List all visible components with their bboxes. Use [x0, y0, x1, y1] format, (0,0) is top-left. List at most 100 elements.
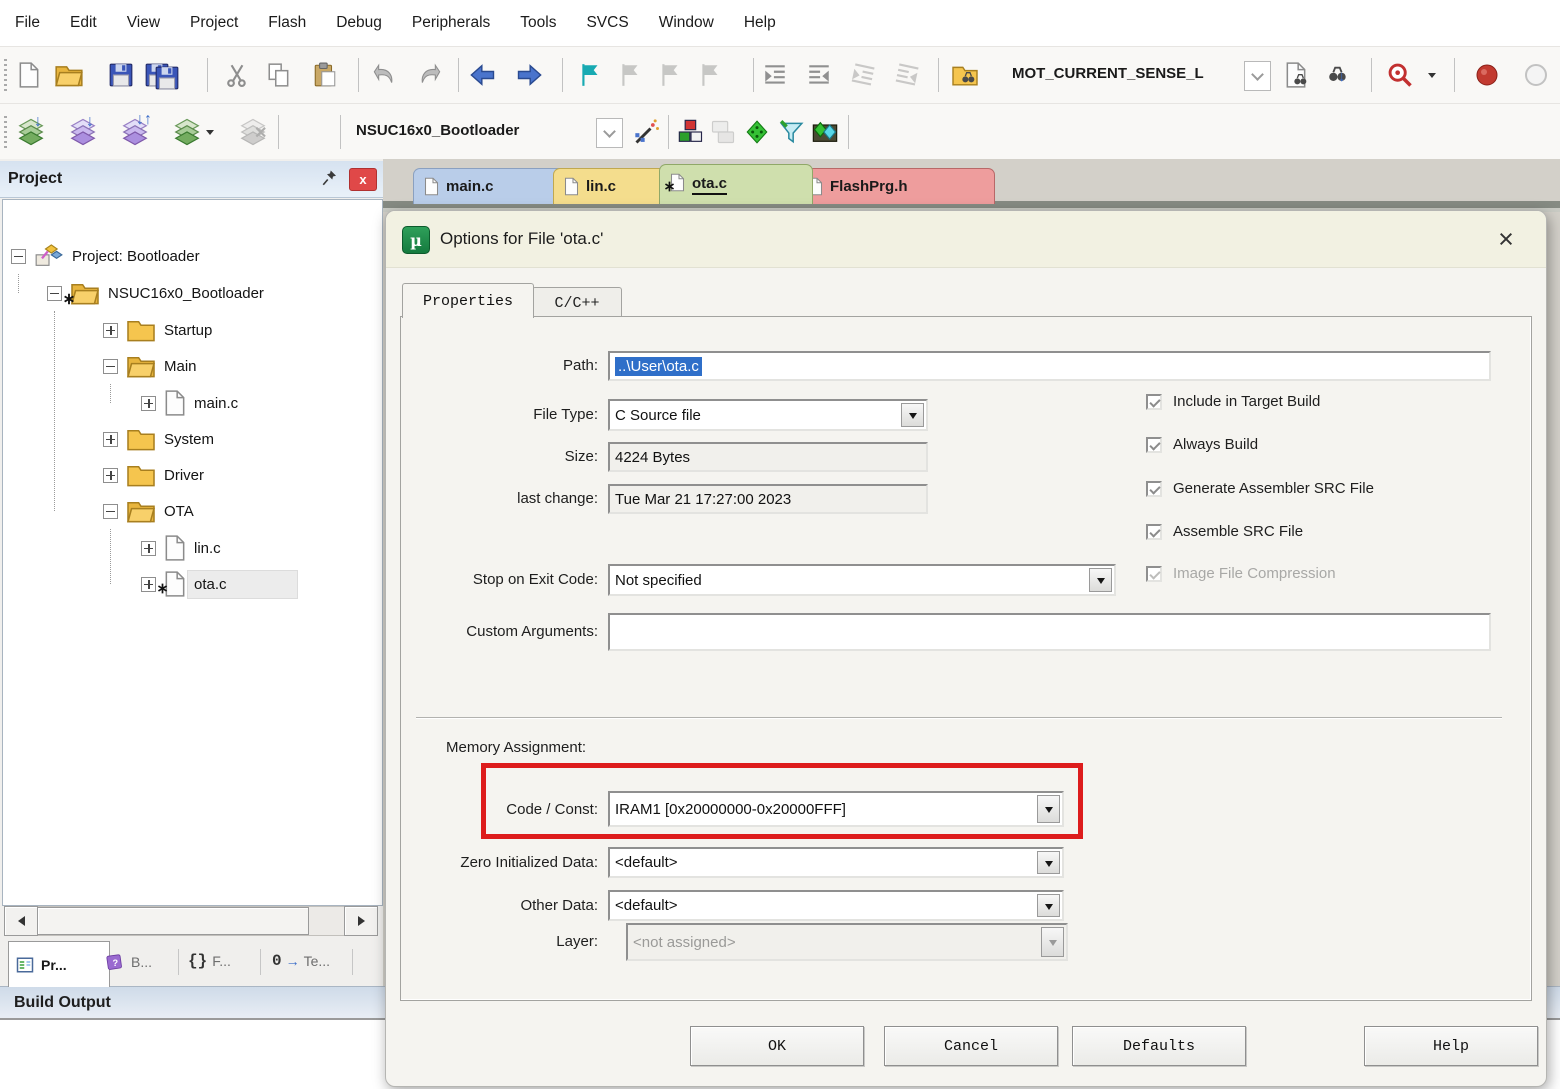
help-button[interactable]: Help — [1364, 1026, 1538, 1066]
expand-icon[interactable] — [103, 468, 118, 483]
bookmark-clear-icon[interactable] — [696, 60, 726, 90]
bookmark-toggle-icon[interactable] — [576, 60, 606, 90]
expand-icon[interactable] — [141, 541, 156, 556]
expand-icon[interactable] — [103, 323, 118, 338]
new-file-icon[interactable] — [14, 60, 44, 90]
toolbar-grip[interactable] — [4, 116, 7, 148]
tree-item-system[interactable]: System — [103, 422, 214, 456]
batch-build-icon[interactable] — [172, 117, 202, 147]
checkbox-always-build[interactable]: Always Build — [1146, 436, 1258, 453]
bookmark-next-icon[interactable] — [656, 60, 686, 90]
dropdown-button[interactable] — [901, 403, 924, 427]
tab-books-view[interactable]: B... — [104, 952, 152, 972]
menu-window[interactable]: Window — [644, 14, 729, 32]
rebuild-icon[interactable]: ↓↑ — [120, 117, 150, 147]
dropdown-button[interactable] — [1089, 568, 1112, 592]
search-combo-value[interactable]: MOT_CURRENT_SENSE_L — [1012, 65, 1204, 82]
tab-c-cpp[interactable]: C/C++ — [532, 287, 622, 318]
menu-view[interactable]: View — [112, 14, 175, 32]
save-icon[interactable] — [106, 60, 136, 90]
tree-item-main[interactable]: Main — [103, 349, 197, 383]
indent-icon[interactable] — [760, 60, 790, 90]
expand-icon[interactable] — [141, 396, 156, 411]
dialog-close-button[interactable]: × — [1488, 221, 1524, 257]
close-panel-button[interactable]: x — [349, 168, 377, 191]
manage-books-icon[interactable] — [810, 117, 840, 147]
undo-icon[interactable] — [368, 60, 398, 90]
cancel-button[interactable]: Cancel — [884, 1026, 1058, 1066]
dropdown-button[interactable] — [1037, 851, 1060, 874]
unindent-icon[interactable] — [804, 60, 834, 90]
menu-debug[interactable]: Debug — [321, 14, 397, 32]
tab-main-c[interactable]: main.c — [413, 168, 571, 204]
dialog-title-bar[interactable]: µ Options for File 'ota.c' × — [386, 211, 1546, 268]
tab-project-view[interactable]: Pr... — [8, 941, 110, 987]
batch-build-caret[interactable] — [206, 130, 214, 139]
scroll-left-button[interactable] — [4, 906, 38, 936]
menu-project[interactable]: Project — [175, 14, 253, 32]
tree-item-main-c[interactable]: main.c — [141, 386, 238, 420]
translate-icon[interactable]: ↓ — [16, 117, 46, 147]
comment-icon[interactable] — [848, 60, 878, 90]
find-in-files-icon[interactable] — [950, 60, 980, 90]
tree-item-startup[interactable]: Startup — [103, 313, 212, 347]
tab-flashprg-h[interactable]: FlashPrg.h — [797, 168, 995, 204]
options-for-target-icon[interactable] — [632, 117, 662, 147]
collapse-icon[interactable] — [11, 249, 26, 264]
menu-tools[interactable]: Tools — [505, 14, 571, 32]
insert-breakpoint-icon[interactable] — [1472, 60, 1502, 90]
tab-properties[interactable]: Properties — [402, 283, 534, 318]
navigate-back-icon[interactable] — [468, 60, 498, 90]
collapse-icon[interactable] — [103, 359, 118, 374]
collapse-icon[interactable] — [47, 286, 62, 301]
expand-icon[interactable] — [141, 577, 156, 592]
scroll-right-button[interactable] — [344, 906, 378, 936]
save-all-icon[interactable] — [150, 60, 180, 90]
target-combo-dropdown[interactable] — [596, 118, 623, 148]
tab-functions-view[interactable]: {} F... — [188, 952, 231, 970]
open-file-icon[interactable] — [54, 60, 84, 90]
file-extensions-icon[interactable] — [776, 117, 806, 147]
incremental-find-icon[interactable]: ↓ — [1322, 60, 1352, 90]
show-functions-icon[interactable] — [742, 117, 772, 147]
find-dropdown-caret[interactable] — [1428, 73, 1436, 82]
tree-item-ota-c-selected[interactable]: ota.c — [141, 567, 297, 601]
menu-peripherals[interactable]: Peripherals — [397, 14, 505, 32]
tree-item-project-bootloader[interactable]: Project: Bootloader — [11, 239, 200, 273]
pin-icon[interactable] — [321, 169, 339, 187]
find-in-document-icon[interactable] — [1281, 60, 1311, 90]
uncomment-icon[interactable] — [892, 60, 922, 90]
redo-icon[interactable] — [416, 60, 446, 90]
tab-templates-view[interactable]: 0 → Te... — [272, 952, 330, 970]
zero-initialized-data-dropdown[interactable]: <default> — [608, 847, 1064, 878]
path-field[interactable]: ..\User\ota.c — [608, 351, 1491, 381]
tree-item-ota[interactable]: OTA — [103, 494, 194, 528]
menu-flash[interactable]: Flash — [253, 14, 321, 32]
defaults-button[interactable]: Defaults — [1072, 1026, 1246, 1066]
cut-icon[interactable] — [222, 60, 252, 90]
file-type-dropdown[interactable]: C Source file — [608, 399, 928, 431]
scrollbar-thumb[interactable] — [37, 907, 309, 935]
tree-item-lin-c[interactable]: lin.c — [141, 531, 221, 565]
toolbar-grip[interactable] — [4, 59, 7, 91]
search-combo-dropdown[interactable] — [1244, 61, 1271, 91]
manage-rte-icon[interactable] — [676, 117, 706, 147]
horizontal-scrollbar[interactable] — [4, 906, 378, 936]
dropdown-button[interactable] — [1037, 894, 1060, 917]
menu-svcs[interactable]: SVCS — [571, 14, 643, 32]
checkbox-assemble-src-file[interactable]: Assemble SRC File — [1146, 523, 1303, 540]
menu-edit[interactable]: Edit — [55, 14, 112, 32]
disable-breakpoint-icon[interactable] — [1521, 60, 1551, 90]
tree-item-driver[interactable]: Driver — [103, 458, 204, 492]
collapse-icon[interactable] — [103, 504, 118, 519]
stop-build-icon[interactable]: ✕ — [238, 117, 268, 147]
build-icon[interactable]: ↓ — [68, 117, 98, 147]
target-combo-value[interactable]: NSUC16x0_Bootloader — [356, 122, 519, 139]
custom-arguments-field[interactable] — [608, 613, 1491, 651]
stop-on-exit-dropdown[interactable]: Not specified — [608, 564, 1116, 596]
manage-project-items-icon[interactable] — [708, 117, 738, 147]
ok-button[interactable]: OK — [690, 1026, 864, 1066]
menu-help[interactable]: Help — [729, 14, 791, 32]
expand-icon[interactable] — [103, 432, 118, 447]
tab-ota-c-active[interactable]: ota.c — [659, 164, 813, 204]
